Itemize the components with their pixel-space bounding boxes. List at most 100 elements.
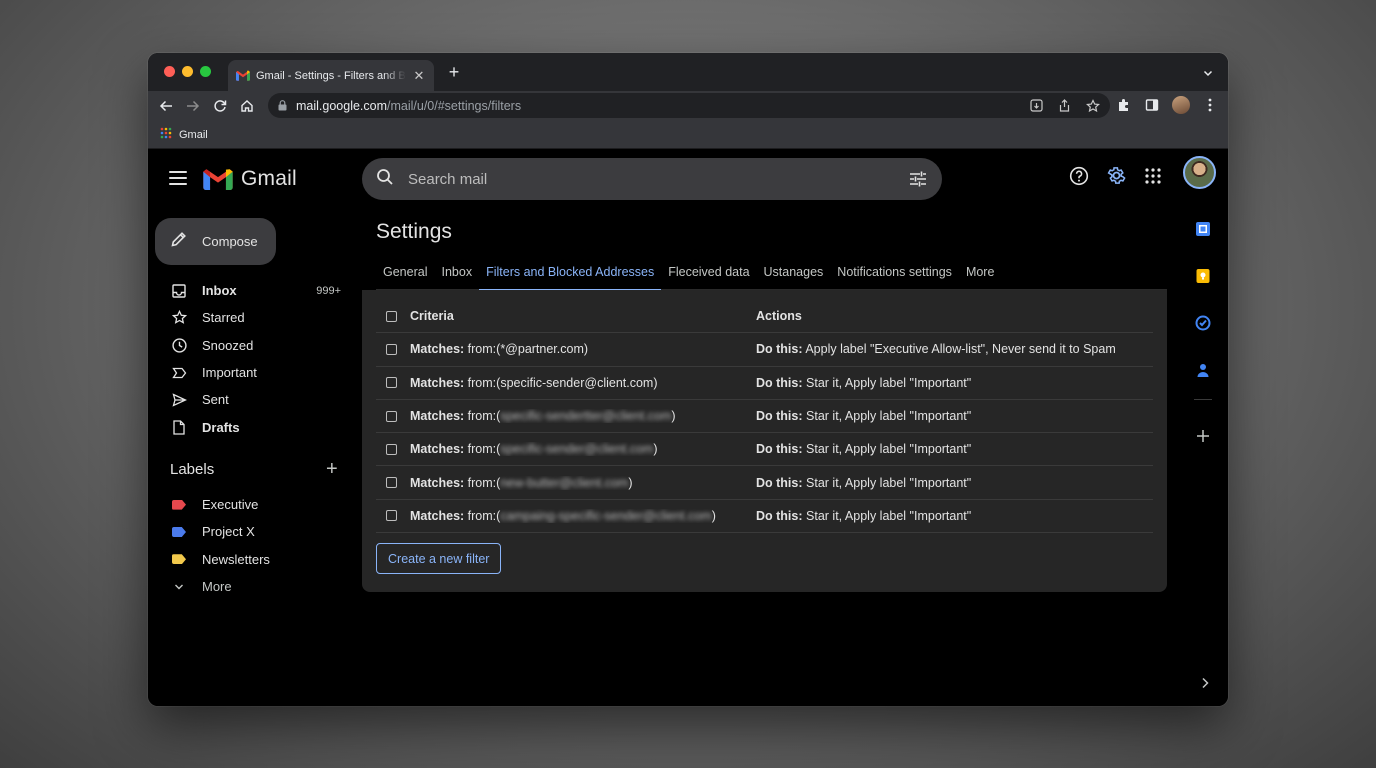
- account-avatar[interactable]: [1183, 156, 1216, 189]
- search-input[interactable]: [408, 170, 878, 188]
- filter-actions: Do this: Star it, Apply label "Important…: [756, 509, 1153, 523]
- kebab-menu-icon[interactable]: [1202, 97, 1218, 113]
- match-prefix: Matches:: [410, 409, 465, 424]
- tab-received-data[interactable]: Fleceived data: [661, 253, 756, 290]
- help-icon[interactable]: [1068, 165, 1090, 187]
- more-label: More: [202, 579, 232, 595]
- sidebar-item-important[interactable]: Important: [148, 359, 348, 386]
- filter-actions: Do this: Star it, Apply label "Important…: [756, 376, 1153, 390]
- home-button[interactable]: [238, 97, 256, 115]
- row-checkbox[interactable]: [386, 477, 397, 489]
- maximize-window-button[interactable]: [200, 66, 211, 77]
- pencil-icon: [170, 230, 188, 253]
- table-row[interactable]: Matches: from:(specific-sender@client.co…: [376, 367, 1153, 400]
- google-apps-icon[interactable]: [1142, 165, 1164, 187]
- main-menu-icon[interactable]: [169, 171, 187, 185]
- share-icon[interactable]: [1057, 98, 1072, 113]
- table-row[interactable]: Matches: from:(*@partner.com) Do this: Ap…: [376, 333, 1153, 367]
- label-tag-icon: [171, 497, 187, 513]
- back-button[interactable]: [157, 97, 175, 115]
- tab-more[interactable]: More: [959, 253, 1001, 290]
- add-label-icon[interactable]: +: [326, 459, 338, 479]
- select-all-checkbox[interactable]: [386, 310, 397, 322]
- search-options-icon[interactable]: [908, 169, 928, 189]
- lock-icon[interactable]: [278, 100, 288, 112]
- extensions-puzzle-icon[interactable]: [1116, 97, 1132, 113]
- tab-notifications[interactable]: Notifications settings: [830, 253, 959, 290]
- labels-more-toggle[interactable]: More: [148, 573, 348, 600]
- browser-tab[interactable]: Gmail - Settings - Filters and Blocked A…: [228, 60, 434, 91]
- filter-action-text: Star it, Apply label "Important": [806, 409, 972, 424]
- sidebar-item-drafts[interactable]: Drafts: [148, 413, 348, 440]
- close-window-button[interactable]: [164, 66, 175, 77]
- profile-avatar-small[interactable]: [1172, 96, 1190, 114]
- get-addons-plus-icon[interactable]: [1193, 426, 1213, 446]
- create-filter-button[interactable]: Create a new filter: [376, 543, 502, 574]
- tab-usages[interactable]: Ustanages: [757, 253, 831, 290]
- tasks-icon[interactable]: [1193, 313, 1213, 333]
- row-checkbox[interactable]: [386, 343, 397, 355]
- send-icon: [171, 392, 187, 408]
- apps-grid-icon[interactable]: [160, 126, 172, 144]
- sidebar-item-starred[interactable]: Starred: [148, 304, 348, 331]
- clock-icon: [171, 337, 187, 353]
- tab-inbox[interactable]: Inbox: [434, 253, 479, 290]
- tab-search-chevron-icon[interactable]: [1202, 66, 1214, 78]
- filter-criteria: Matches: from:(campaing-specific-sender@…: [410, 509, 756, 523]
- search-icon[interactable]: [376, 168, 394, 191]
- bookmarks-bar: Gmail: [148, 121, 1228, 149]
- bookmark-star-icon[interactable]: [1085, 98, 1100, 113]
- tab-filters[interactable]: Filters and Blocked Addresses: [479, 253, 662, 291]
- sidebar-item-label: Sent: [202, 392, 229, 408]
- bookmark-gmail[interactable]: Gmail: [179, 129, 208, 141]
- filter-address: campaing-specific-sender@client.com: [500, 508, 712, 523]
- calendar-icon[interactable]: [1193, 219, 1213, 239]
- tab-general[interactable]: General: [376, 253, 434, 290]
- row-checkbox[interactable]: [386, 410, 397, 422]
- new-tab-button[interactable]: +: [446, 63, 462, 81]
- filter-criteria: Matches: from:(specific-sender@client.co…: [410, 442, 756, 456]
- url-text: mail.google.com/mail/u/0/#settings/filte…: [296, 98, 522, 113]
- minimize-window-button[interactable]: [182, 66, 193, 77]
- chevron-right-icon[interactable]: [1200, 676, 1210, 690]
- label-item-newsletters[interactable]: Newsletters: [148, 546, 348, 573]
- reload-button[interactable]: [211, 97, 229, 115]
- side-panel-icon[interactable]: [1144, 97, 1160, 113]
- table-row[interactable]: Matches: from:(specific-sendertter@clien…: [376, 400, 1153, 434]
- sidebar-item-label: Important: [202, 365, 257, 381]
- forward-button[interactable]: [184, 97, 202, 115]
- compose-button[interactable]: Compose: [155, 218, 276, 265]
- filter-address: specific-sender@client.com: [500, 442, 654, 457]
- table-row[interactable]: Matches: from:(new-butter@client.com) Do …: [376, 466, 1153, 500]
- table-row[interactable]: Matches: from:(specific-sender@client.co…: [376, 433, 1153, 467]
- label-item-executive[interactable]: Executive: [148, 491, 348, 518]
- table-row[interactable]: Matches: from:(campaing-specific-sender@…: [376, 500, 1153, 534]
- from-close: ): [653, 442, 658, 457]
- action-prefix: Do this:: [756, 375, 803, 390]
- row-checkbox[interactable]: [386, 377, 397, 389]
- toolbar-extensions: [1116, 96, 1218, 114]
- row-checkbox[interactable]: [386, 510, 397, 522]
- filters-table: Criteria Actions Matches: from:(*@partne…: [376, 300, 1153, 534]
- gmail-app: Gmail Search mail Compose Inbox 999+ Sta…: [148, 149, 1228, 706]
- keep-icon[interactable]: [1193, 266, 1213, 286]
- sidebar-item-inbox[interactable]: Inbox 999+: [148, 277, 348, 304]
- table-header-row: Criteria Actions: [376, 300, 1153, 334]
- filter-action-text: Apply label "Executive Allow-list", Neve…: [805, 342, 1116, 357]
- tab-close-icon[interactable]: ✕: [412, 68, 426, 84]
- gmail-logo[interactable]: Gmail: [203, 167, 297, 191]
- sidebar-item-sent[interactable]: Sent: [148, 386, 348, 413]
- search-bar[interactable]: [362, 158, 942, 200]
- from-close: ): [653, 375, 658, 390]
- filter-criteria: Matches: from:(*@partner.com): [410, 342, 756, 356]
- browser-toolbar: mail.google.com/mail/u/0/#settings/filte…: [148, 91, 1228, 121]
- contacts-icon[interactable]: [1193, 360, 1213, 380]
- sidebar-item-snoozed[interactable]: Snoozed: [148, 332, 348, 359]
- match-prefix: Matches:: [410, 375, 465, 390]
- filter-address: specific-sendertter@client.com: [500, 409, 672, 424]
- install-app-icon[interactable]: [1029, 98, 1044, 113]
- label-item-project-x[interactable]: Project X: [148, 518, 348, 545]
- settings-gear-icon[interactable]: [1105, 165, 1127, 187]
- address-bar[interactable]: mail.google.com/mail/u/0/#settings/filte…: [268, 93, 1110, 118]
- row-checkbox[interactable]: [386, 443, 397, 455]
